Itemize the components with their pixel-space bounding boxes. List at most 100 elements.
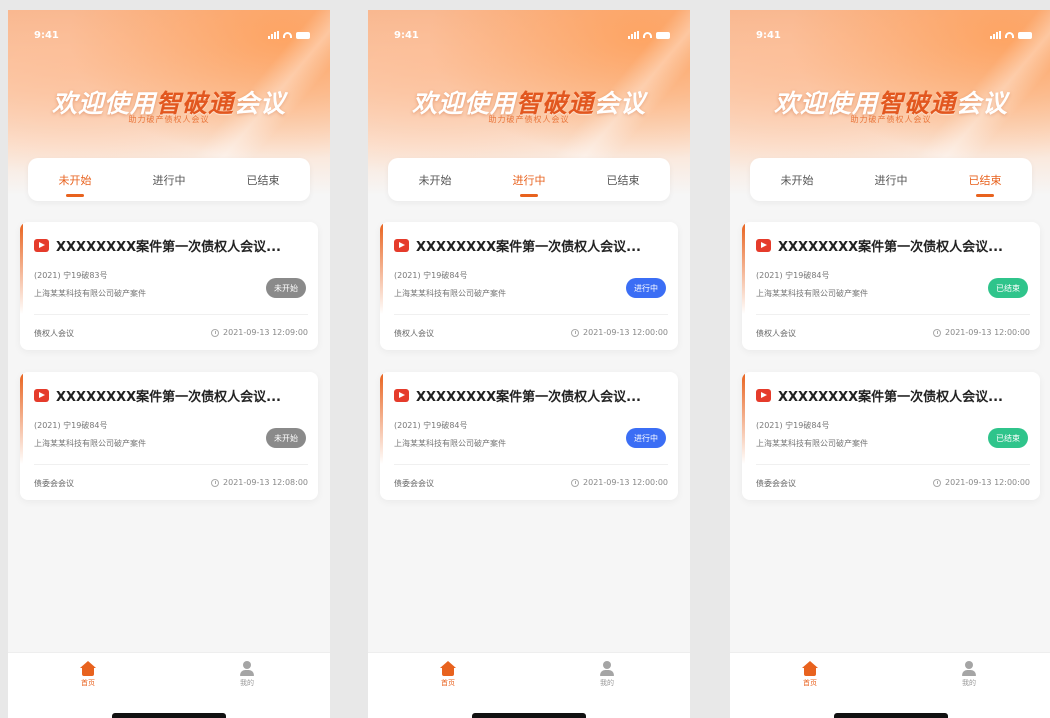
card-header: XXXXXXXX案件第一次债权人会议... [34, 386, 308, 405]
tab-not-started[interactable]: 未开始 [411, 172, 460, 188]
tab-ended[interactable]: 已结束 [239, 172, 288, 188]
banner-title-suffix: 会议 [956, 89, 1009, 118]
meeting-time: 2021-09-13 12:00:00 [571, 478, 668, 487]
meeting-card[interactable]: XXXXXXXX案件第一次债权人会议... (2021) 宁19破84号 上海某… [742, 372, 1040, 500]
banner-subtitle: 助力破产债权人会议 [128, 115, 210, 124]
meeting-time: 2021-09-13 12:00:00 [933, 478, 1030, 487]
card-divider [394, 464, 668, 465]
clock-icon [211, 328, 220, 337]
meeting-time-text: 2021-09-13 12:00:00 [583, 328, 668, 337]
nav-home[interactable]: 首页 [428, 661, 468, 688]
nav-mine[interactable]: 我的 [949, 661, 989, 688]
clock-icon [933, 328, 942, 337]
meeting-time-text: 2021-09-13 12:09:00 [223, 328, 308, 337]
tab-in-progress[interactable]: 进行中 [145, 172, 194, 188]
meeting-card[interactable]: XXXXXXXX案件第一次债权人会议... (2021) 宁19破84号 上海某… [380, 372, 678, 500]
tab-not-started[interactable]: 未开始 [773, 172, 822, 188]
bottom-nav: 首页 我的 [730, 652, 1050, 718]
meeting-type: 债委会会议 [394, 479, 434, 488]
battery-icon [1018, 31, 1032, 39]
nav-mine[interactable]: 我的 [227, 661, 267, 688]
video-play-icon [756, 239, 771, 252]
card-divider [34, 314, 308, 315]
meeting-type: 债委会会议 [34, 479, 74, 488]
case-number: (2021) 宁19破84号 [756, 271, 830, 280]
debtor-name: 上海某某科技有限公司破产案件 [34, 289, 146, 298]
debtor-name: 上海某某科技有限公司破产案件 [756, 289, 868, 298]
status-bar: 9:41 [756, 28, 1032, 42]
user-icon [239, 661, 255, 676]
meeting-title: XXXXXXXX案件第一次债权人会议... [56, 240, 281, 255]
tab-in-progress[interactable]: 进行中 [505, 172, 554, 188]
card-header: XXXXXXXX案件第一次债权人会议... [394, 386, 668, 405]
video-play-icon [756, 389, 771, 402]
signal-icon [268, 31, 279, 39]
meeting-type: 债权人会议 [394, 329, 434, 338]
meeting-card[interactable]: XXXXXXXX案件第一次债权人会议... (2021) 宁19破84号 上海某… [20, 372, 318, 500]
wifi-icon [1005, 32, 1014, 38]
tab-ended[interactable]: 已结束 [599, 172, 648, 188]
debtor-name: 上海某某科技有限公司破产案件 [34, 439, 146, 448]
meeting-card[interactable]: XXXXXXXX案件第一次债权人会议... (2021) 宁19破84号 上海某… [380, 222, 678, 350]
banner-subtitle: 助力破产债权人会议 [488, 115, 570, 124]
meeting-card[interactable]: XXXXXXXX案件第一次债权人会议... (2021) 宁19破83号 上海某… [20, 222, 318, 350]
tab-ended[interactable]: 已结束 [961, 172, 1010, 188]
tab-in-progress[interactable]: 进行中 [867, 172, 916, 188]
meeting-type: 债权人会议 [756, 329, 796, 338]
nav-home[interactable]: 首页 [68, 661, 108, 688]
meeting-time: 2021-09-13 12:00:00 [571, 328, 668, 337]
card-divider [394, 314, 668, 315]
meeting-card[interactable]: XXXXXXXX案件第一次债权人会议... (2021) 宁19破84号 上海某… [742, 222, 1040, 350]
status-badge: 未开始 [266, 278, 306, 298]
tab-not-started[interactable]: 未开始 [51, 172, 100, 188]
meeting-title: XXXXXXXX案件第一次债权人会议... [416, 390, 641, 405]
case-number: (2021) 宁19破84号 [34, 421, 108, 430]
status-badge: 已结束 [988, 278, 1028, 298]
meeting-type: 债委会会议 [756, 479, 796, 488]
case-number: (2021) 宁19破84号 [756, 421, 830, 430]
clock-icon [571, 478, 580, 487]
nav-home[interactable]: 首页 [790, 661, 830, 688]
nav-home-label: 首页 [81, 679, 95, 687]
video-play-icon [394, 389, 409, 402]
nav-home-label: 首页 [803, 679, 817, 687]
status-time: 9:41 [394, 29, 419, 41]
wifi-icon [283, 32, 292, 38]
status-time: 9:41 [34, 29, 59, 41]
card-header: XXXXXXXX案件第一次债权人会议... [756, 386, 1030, 405]
home-indicator [834, 713, 948, 718]
nav-mine-label: 我的 [962, 679, 976, 687]
meeting-time-text: 2021-09-13 12:00:00 [583, 478, 668, 487]
meeting-time-text: 2021-09-13 12:00:00 [945, 478, 1030, 487]
status-badge: 进行中 [626, 428, 666, 448]
phone-screen: 9:41 欢迎使用智破通会议 助力破产债权人会议 未开始 进行中 已结束 XXX… [8, 10, 330, 718]
status-icons [990, 31, 1032, 39]
battery-icon [656, 31, 670, 39]
status-badge: 未开始 [266, 428, 306, 448]
card-header: XXXXXXXX案件第一次债权人会议... [394, 236, 668, 255]
status-icons [268, 31, 310, 39]
card-divider [34, 464, 308, 465]
home-indicator [112, 713, 226, 718]
phone-screen: 9:41 欢迎使用智破通会议 助力破产债权人会议 未开始 进行中 已结束 XXX… [368, 10, 690, 718]
meeting-time: 2021-09-13 12:00:00 [933, 328, 1030, 337]
meeting-title: XXXXXXXX案件第一次债权人会议... [778, 240, 1003, 255]
status-bar: 9:41 [394, 28, 670, 42]
banner-subtitle: 助力破产债权人会议 [850, 115, 932, 124]
user-icon [599, 661, 615, 676]
status-tabs: 未开始 进行中 已结束 [750, 158, 1032, 201]
case-number: (2021) 宁19破83号 [34, 271, 108, 280]
case-number: (2021) 宁19破84号 [394, 271, 468, 280]
video-play-icon [34, 239, 49, 252]
meeting-time-text: 2021-09-13 12:08:00 [223, 478, 308, 487]
bottom-nav: 首页 我的 [8, 652, 330, 718]
nav-mine[interactable]: 我的 [587, 661, 627, 688]
status-tabs: 未开始 进行中 已结束 [28, 158, 310, 201]
meeting-time: 2021-09-13 12:08:00 [211, 478, 308, 487]
home-icon [440, 661, 456, 676]
signal-icon [628, 31, 639, 39]
status-badge: 已结束 [988, 428, 1028, 448]
meeting-time: 2021-09-13 12:09:00 [211, 328, 308, 337]
nav-mine-label: 我的 [240, 679, 254, 687]
home-icon [80, 661, 96, 676]
